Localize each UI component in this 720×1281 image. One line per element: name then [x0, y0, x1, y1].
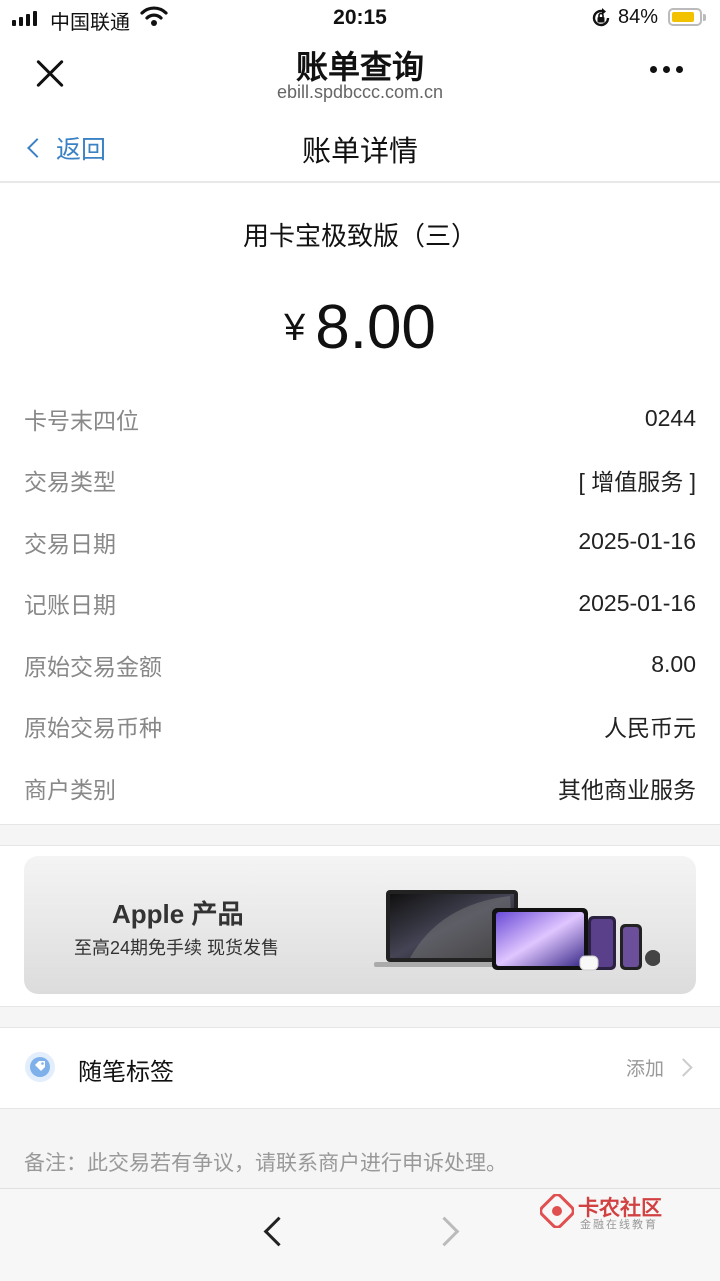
detail-row-orig-amount: 原始交易金额 8.00 — [24, 634, 696, 696]
status-bar: 中国联通 20:15 84% — [0, 0, 720, 36]
detail-label: 原始交易金额 — [24, 653, 162, 680]
divider — [0, 181, 720, 183]
watermark-logo-icon — [540, 1194, 574, 1228]
page-domain: ebill.spdbccc.com.cn — [276, 82, 444, 102]
currency-symbol: ¥ — [284, 307, 306, 349]
nav-forward-icon[interactable] — [429, 1216, 460, 1247]
section-separator — [0, 824, 720, 846]
add-tag-link[interactable]: 添加 — [626, 1054, 664, 1081]
rotation-lock-icon — [592, 8, 610, 27]
detail-value: 其他商业服务 — [558, 776, 696, 803]
detail-label: 卡号末四位 — [24, 407, 139, 434]
detail-row-merchant-type: 商户类别 其他商业服务 — [24, 757, 696, 819]
detail-value: [ 增值服务 ] — [578, 469, 696, 496]
detail-label: 原始交易币种 — [24, 715, 162, 742]
tag-label: 随笔标签 — [78, 1059, 174, 1086]
nav-back-icon[interactable] — [263, 1216, 294, 1247]
note-section: 备注：此交易若有争议，请联系商户进行申诉处理。 — [0, 1108, 720, 1189]
detail-list: 卡号末四位 0244 交易类型 [ 增值服务 ] 交易日期 2025-01-16 记账… — [24, 388, 696, 819]
more-options-button[interactable] — [650, 66, 683, 73]
detail-label: 商户类别 — [24, 776, 116, 803]
detail-value: 0244 — [644, 405, 696, 432]
clock: 20:15 — [333, 6, 387, 29]
bill-amount: ¥8.00 — [0, 292, 720, 363]
section-separator — [0, 1006, 720, 1028]
chevron-right-icon — [674, 1058, 693, 1077]
detail-row-type: 交易类型 [ 增值服务 ] — [24, 450, 696, 512]
detail-row-trans-date: 交易日期 2025-01-16 — [24, 511, 696, 573]
apple-devices-image — [374, 890, 660, 971]
memo-tag-row[interactable]: 随笔标签 添加 — [0, 1026, 720, 1108]
dispute-note: 备注：此交易若有争议，请联系商户进行申诉处理。 — [24, 1152, 507, 1175]
detail-row-currency: 原始交易币种 人民币元 — [24, 696, 696, 758]
banner-subtitle: 至高24期免手续 现货发售 — [74, 938, 280, 958]
tag-icon — [25, 1052, 55, 1082]
banner-title: Apple 产品 — [112, 899, 244, 929]
detail-value: 2025-01-16 — [578, 528, 696, 555]
amount-value: 8.00 — [315, 293, 436, 362]
battery-icon — [668, 8, 706, 26]
apple-promo-banner[interactable]: Apple 产品 至高24期免手续 现货发售 — [24, 856, 696, 994]
detail-label: 交易类型 — [24, 469, 116, 496]
detail-value: 人民币元 — [604, 715, 696, 742]
watermark-subtitle: 金融在线教育 — [580, 1219, 658, 1231]
watermark: 卡农社区 金融在线教育 — [540, 1190, 670, 1236]
nav-title: 账单详情 — [301, 136, 418, 168]
detail-label: 记账日期 — [24, 592, 116, 619]
detail-value: 8.00 — [651, 651, 696, 678]
battery-percent: 84% — [618, 6, 659, 28]
product-name: 用卡宝极致版（三） — [242, 221, 477, 251]
detail-row-card-last4: 卡号末四位 0244 — [24, 388, 696, 450]
detail-row-post-date: 记账日期 2025-01-16 — [24, 573, 696, 635]
detail-value: 2025-01-16 — [578, 589, 696, 616]
detail-label: 交易日期 — [24, 530, 116, 557]
